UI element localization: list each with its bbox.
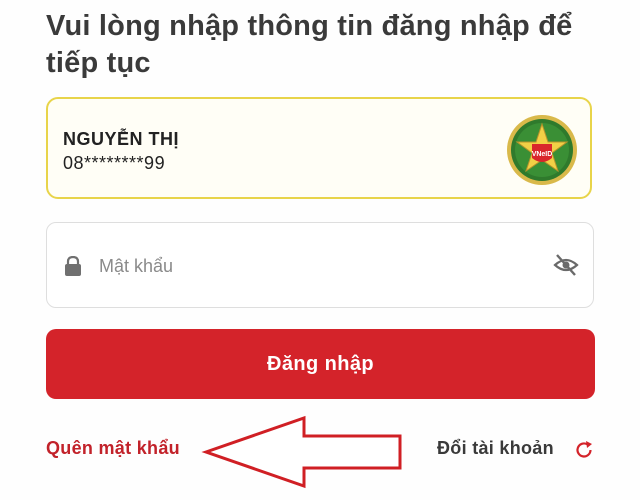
lock-icon	[65, 256, 81, 276]
page-title: Vui lòng nhập thông tin đăng nhập để tiế…	[46, 10, 573, 79]
account-phone: 08********99	[63, 153, 166, 173]
vneid-emblem-icon: VNeID	[507, 115, 577, 185]
password-input[interactable]	[97, 249, 521, 283]
login-screen: Vui lòng nhập thông tin đăng nhập để tiế…	[0, 0, 640, 500]
account-name: NGUYỄN THỊ	[63, 129, 180, 149]
switch-account-button[interactable]: Đổi tài khoản	[437, 438, 554, 459]
forgot-password-link[interactable]: Quên mật khẩu	[46, 438, 180, 459]
login-button[interactable]: Đăng nhập	[46, 329, 595, 399]
eye-slash-icon[interactable]	[553, 253, 579, 277]
annotation-arrow	[201, 415, 402, 489]
account-card[interactable]: NGUYỄN THỊ 08********99 VNeID	[46, 97, 592, 199]
password-field[interactable]	[46, 222, 594, 308]
badge-text: VNeID	[532, 151, 553, 158]
refresh-icon[interactable]	[574, 440, 594, 460]
